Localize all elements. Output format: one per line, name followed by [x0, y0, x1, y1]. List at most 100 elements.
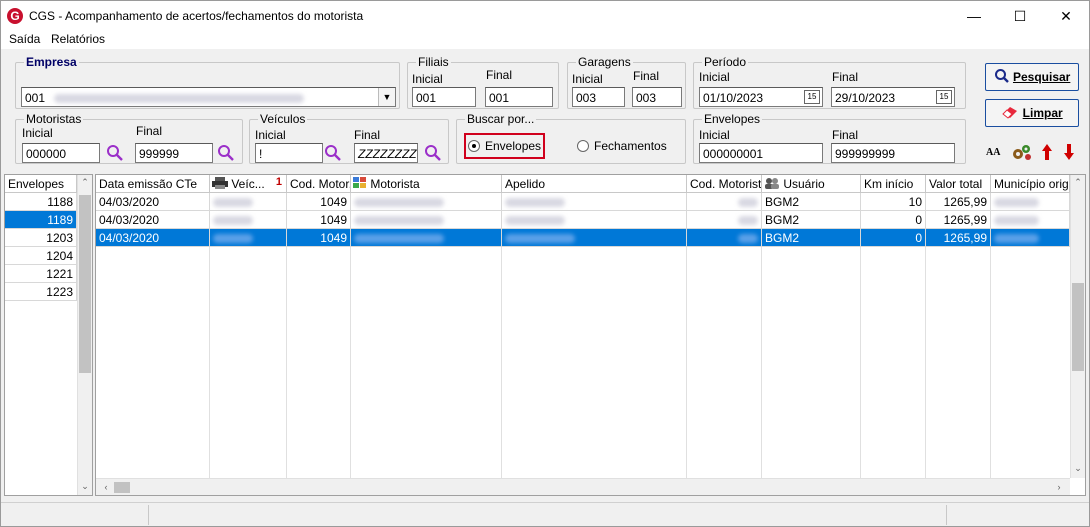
table-cell-usuario[interactable]: BGM2: [762, 211, 861, 229]
envelopes-final-input[interactable]: 999999999: [831, 143, 955, 163]
limpar-button[interactable]: Limpar: [985, 99, 1079, 127]
search-icon[interactable]: [106, 144, 124, 162]
table-cell-valor-total[interactable]: 1265,99: [926, 193, 991, 211]
col-usuario[interactable]: Usuário: [762, 175, 861, 193]
envelopes-radio-label[interactable]: Envelopes: [485, 139, 541, 153]
pesquisar-button[interactable]: Pesquisar: [985, 63, 1079, 91]
periodo-inicial-date[interactable]: 01/10/2023 15: [699, 87, 823, 107]
table-cell-apelido[interactable]: [502, 193, 687, 211]
list-item[interactable]: 1221: [5, 265, 77, 283]
table-cell-municipio[interactable]: [991, 193, 1070, 211]
fechamentos-radio[interactable]: [577, 140, 589, 152]
table-cell-apelido[interactable]: [502, 211, 687, 229]
table-cell-cod-motor[interactable]: 1049: [287, 229, 351, 247]
menu-saida[interactable]: Saída: [9, 32, 40, 46]
table-cell-cod-motorista[interactable]: [687, 211, 762, 229]
envelopes-list-header[interactable]: Envelopes: [5, 175, 77, 193]
chevron-down-icon[interactable]: ▼: [378, 88, 395, 106]
scroll-thumb[interactable]: [79, 195, 91, 373]
envelopes-list[interactable]: Envelopes 1188 1189 1203 1204 1221 1223 …: [4, 174, 93, 496]
veiculos-inicial-input[interactable]: !: [255, 143, 323, 163]
table-cell-cod-motor[interactable]: 1049: [287, 193, 351, 211]
table-cell-data[interactable]: 04/03/2020: [96, 229, 210, 247]
scroll-down-icon[interactable]: ⌄: [77, 481, 93, 492]
table-cell-km-inicio[interactable]: 0: [861, 211, 926, 229]
col-municipio-origem[interactable]: Município origer: [991, 175, 1070, 193]
table-cell-municipio[interactable]: [991, 229, 1070, 247]
arrow-up-icon[interactable]: [1041, 143, 1053, 161]
list-item[interactable]: 1203: [5, 229, 77, 247]
table-cell-valor-total[interactable]: 1265,99: [926, 229, 991, 247]
results-grid[interactable]: Data emissão CTe Veíc... 1 Cod. Motor...…: [95, 174, 1086, 496]
list-item[interactable]: 1223: [5, 283, 77, 301]
table-cell-cod-motor[interactable]: 1049: [287, 211, 351, 229]
col-veiculo[interactable]: Veíc... 1: [210, 175, 287, 193]
periodo-final-date[interactable]: 29/10/2023 15: [831, 87, 955, 107]
motoristas-final-input[interactable]: 999999: [135, 143, 213, 163]
scroll-up-icon[interactable]: ⌃: [1070, 177, 1086, 188]
scroll-down-icon[interactable]: ⌄: [1070, 463, 1086, 474]
scroll-left-icon[interactable]: ‹: [98, 482, 114, 492]
table-cell-veiculo[interactable]: [210, 211, 287, 229]
arrow-down-icon[interactable]: [1063, 143, 1075, 161]
scroll-thumb[interactable]: [114, 482, 130, 493]
users-icon: [765, 178, 779, 189]
table-cell-data[interactable]: 04/03/2020: [96, 193, 210, 211]
envelopes-radio[interactable]: [468, 140, 480, 152]
empresa-combo[interactable]: 001 ▼: [21, 87, 396, 107]
table-cell-usuario[interactable]: BGM2: [762, 229, 861, 247]
gears-icon[interactable]: [1011, 143, 1033, 161]
col-data-emissao[interactable]: Data emissão CTe: [96, 175, 210, 193]
calendar-icon[interactable]: 15: [804, 90, 820, 104]
maximize-button[interactable]: ☐: [997, 1, 1043, 31]
table-cell-valor-total[interactable]: 1265,99: [926, 211, 991, 229]
search-icon[interactable]: [424, 144, 442, 162]
scroll-thumb[interactable]: [1072, 283, 1084, 371]
envelopes-list-scrollbar[interactable]: ⌃ ⌄: [77, 175, 92, 495]
list-item-selected[interactable]: 1189: [5, 211, 77, 229]
close-button[interactable]: ✕: [1043, 1, 1089, 31]
envelopes-final-label: Final: [832, 128, 859, 142]
table-cell-municipio[interactable]: [991, 211, 1070, 229]
col-cod-motorista[interactable]: Cod. Motorista: [687, 175, 762, 193]
filiais-final-input[interactable]: 001: [485, 87, 553, 107]
search-icon[interactable]: [324, 144, 342, 162]
list-item[interactable]: 1204: [5, 247, 77, 265]
menu-relatorios[interactable]: Relatórios: [51, 32, 105, 46]
empresa-legend: Empresa: [24, 55, 79, 69]
col-valor-total[interactable]: Valor total: [926, 175, 991, 193]
main-window: G CGS - Acompanhamento de acertos/fecham…: [0, 0, 1090, 527]
col-apelido[interactable]: Apelido: [502, 175, 687, 193]
col-motorista[interactable]: Motorista: [351, 175, 502, 193]
search-icon[interactable]: [217, 144, 235, 162]
table-cell-motorista[interactable]: [351, 193, 502, 211]
list-item[interactable]: 1188: [5, 193, 77, 211]
fechamentos-radio-label[interactable]: Fechamentos: [594, 139, 667, 153]
minimize-button[interactable]: —: [951, 1, 997, 31]
col-cod-motor[interactable]: Cod. Motor...: [287, 175, 351, 193]
table-cell-data[interactable]: 04/03/2020: [96, 211, 210, 229]
garagens-inicial-input[interactable]: 003: [572, 87, 625, 107]
table-cell-motorista[interactable]: [351, 229, 502, 247]
table-cell-km-inicio[interactable]: 10: [861, 193, 926, 211]
table-cell-usuario[interactable]: BGM2: [762, 193, 861, 211]
results-vertical-scrollbar[interactable]: ⌃ ⌄: [1070, 175, 1085, 478]
table-cell-motorista[interactable]: [351, 211, 502, 229]
table-cell-cod-motorista[interactable]: [687, 193, 762, 211]
table-cell-cod-motorista[interactable]: [687, 229, 762, 247]
envelopes-inicial-input[interactable]: 000000001: [699, 143, 823, 163]
table-cell-veiculo[interactable]: [210, 229, 287, 247]
col-km-inicio[interactable]: Km início: [861, 175, 926, 193]
table-cell-veiculo[interactable]: [210, 193, 287, 211]
filiais-inicial-input[interactable]: 001: [412, 87, 476, 107]
veiculos-final-input[interactable]: ZZZZZZZZ: [354, 143, 418, 163]
garagens-final-input[interactable]: 003: [632, 87, 682, 107]
calendar-icon[interactable]: 15: [936, 90, 952, 104]
scroll-up-icon[interactable]: ⌃: [77, 177, 93, 188]
scroll-right-icon[interactable]: ›: [1051, 482, 1067, 492]
results-horizontal-scrollbar[interactable]: ‹ ›: [96, 478, 1070, 495]
font-size-icon[interactable]: AA: [986, 147, 1000, 158]
table-cell-km-inicio[interactable]: 0: [861, 229, 926, 247]
table-cell-apelido[interactable]: [502, 229, 687, 247]
motoristas-inicial-input[interactable]: 000000: [22, 143, 100, 163]
